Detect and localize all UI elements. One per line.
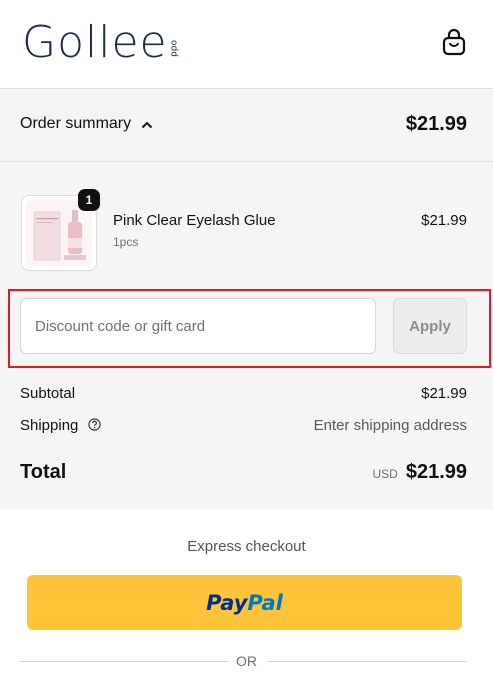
subtotal-value: $21.99	[421, 385, 467, 402]
product-variant: 1pcs	[113, 235, 139, 249]
shipping-label: Shipping	[20, 417, 79, 434]
total-label: Total	[20, 461, 67, 483]
order-summary-total: $21.99	[405, 113, 467, 135]
product-name: Pink Clear Eyelash Glue	[113, 212, 276, 229]
shipping-row-label: Shipping	[20, 417, 101, 434]
subtotal-label: Subtotal	[20, 385, 76, 402]
product-price: $21.99	[421, 212, 467, 229]
chevron-up-icon	[141, 121, 153, 129]
order-summary-panel: Order summary $21.99 1 Pink Clear Eyelas…	[0, 89, 493, 509]
order-summary-label: Order summary	[20, 115, 132, 132]
logo-subtext: odd	[168, 40, 179, 57]
brand-logo[interactable]: Gollee odd	[22, 18, 179, 68]
paypal-logo-part1: Pay	[206, 590, 248, 615]
discount-code-input[interactable]	[20, 298, 376, 354]
quantity-badge: 1	[78, 189, 100, 211]
shopping-bag-icon[interactable]	[441, 28, 467, 56]
express-checkout-label: Express checkout	[187, 538, 306, 555]
currency-code: USD	[372, 467, 398, 481]
or-label: OR	[236, 653, 257, 669]
shipping-value: Enter shipping address	[313, 417, 467, 434]
help-circle-icon[interactable]	[87, 418, 101, 431]
header: Gollee odd	[0, 0, 493, 89]
logo-text: Gollee	[22, 17, 168, 68]
total-value-group: USD $21.99	[372, 461, 467, 484]
paypal-button[interactable]: Pay Pal	[27, 575, 462, 630]
order-summary-toggle[interactable]: Order summary $21.99	[0, 89, 493, 162]
paypal-logo-part2: Pal	[247, 590, 283, 615]
total-amount: $21.99	[405, 461, 467, 483]
apply-discount-button[interactable]: Apply	[393, 298, 467, 354]
